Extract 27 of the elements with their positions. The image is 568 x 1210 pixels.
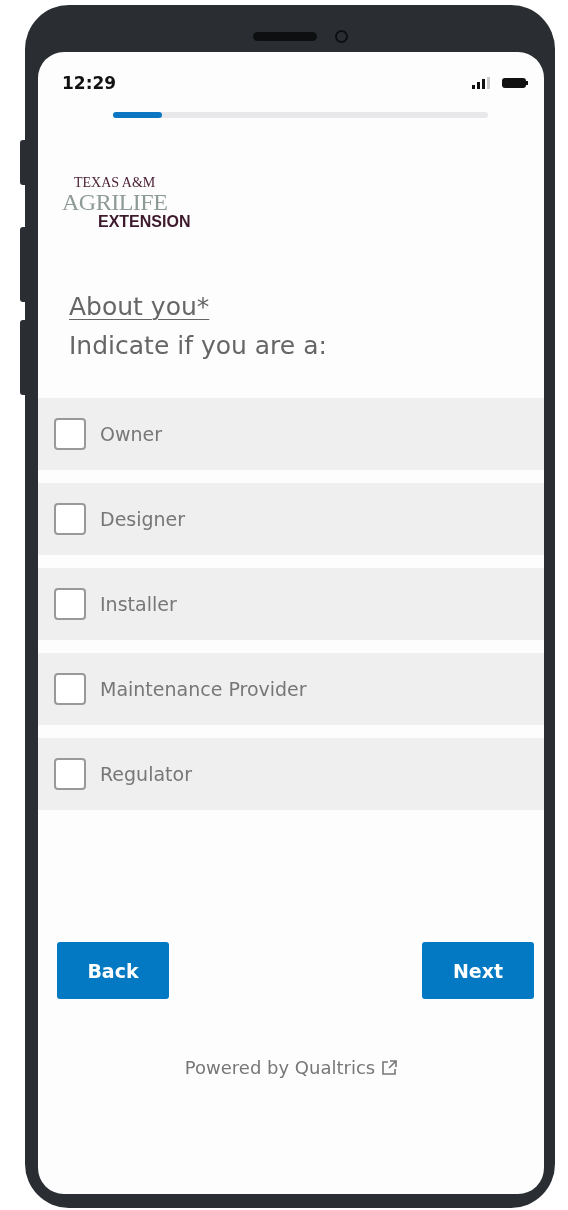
external-link-icon [381,1059,398,1076]
question-prompt: Indicate if you are a: [69,331,328,360]
battery-icon [502,78,528,88]
option-row[interactable]: Designer [38,483,544,555]
status-time: 12:29 [62,73,117,93]
checkbox[interactable] [54,418,86,450]
option-label: Designer [100,508,186,530]
checkbox[interactable] [54,588,86,620]
option-label: Regulator [100,763,192,785]
checkbox[interactable] [54,503,86,535]
option-row[interactable]: Owner [38,398,544,470]
speaker-grille [253,32,317,41]
signal-icon [472,77,490,89]
option-row[interactable]: Installer [38,568,544,640]
logo: TEXAS A&M AGRILIFE EXTENSION [62,176,191,230]
option-row[interactable]: Maintenance Provider [38,653,544,725]
option-label: Installer [100,593,177,615]
option-label: Maintenance Provider [100,678,307,700]
option-label: Owner [100,423,163,445]
camera-lens [335,30,348,43]
question-title: About you* [69,292,210,321]
option-row[interactable]: Regulator [38,738,544,810]
next-button[interactable]: Next [422,942,534,999]
back-button[interactable]: Back [57,942,169,999]
checkbox[interactable] [54,758,86,790]
checkbox[interactable] [54,673,86,705]
powered-by-link[interactable]: Powered by Qualtrics [184,1057,376,1078]
